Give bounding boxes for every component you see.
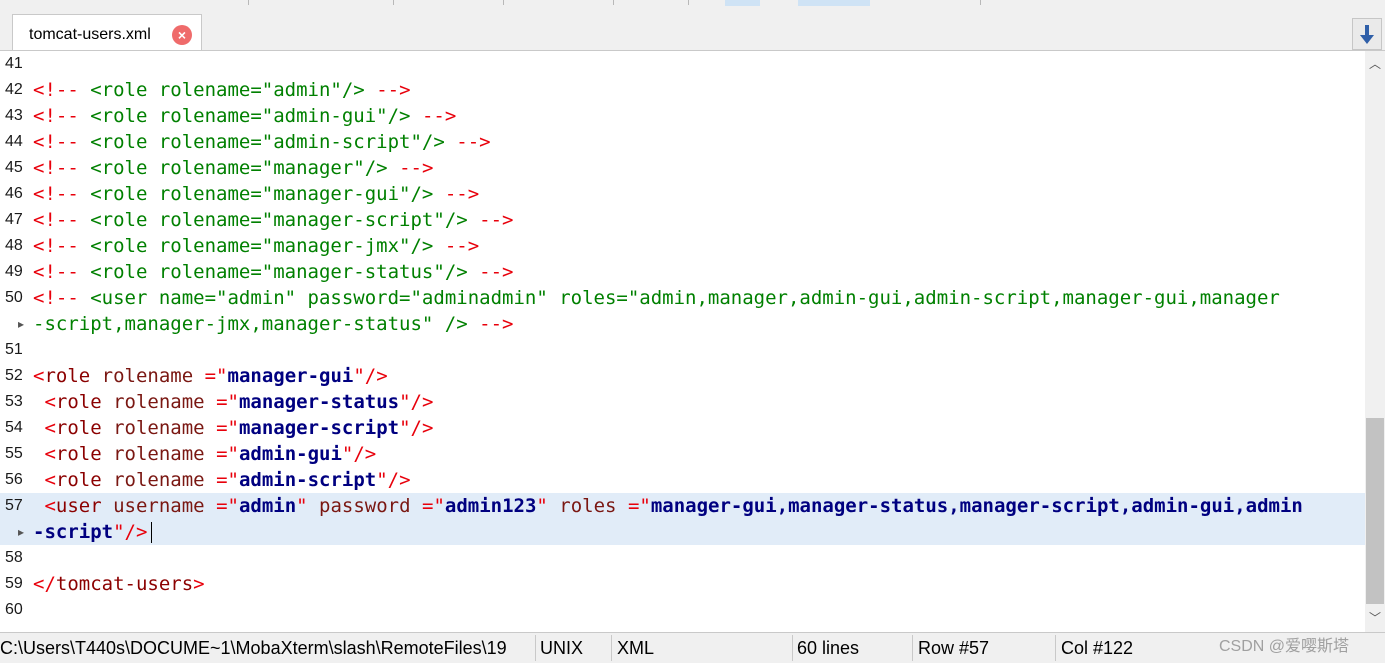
line-number: 48 (5, 237, 23, 254)
line-number: 47 (5, 211, 23, 228)
line-number: 59 (5, 575, 23, 592)
code-line[interactable]: 57 <user username ="admin" password ="ad… (0, 493, 1365, 519)
line-number: 44 (5, 133, 23, 150)
line-number: 55 (5, 445, 23, 462)
line-number: 54 (5, 419, 23, 436)
line-code[interactable]: <role rolename ="manager-status"/> (33, 389, 433, 415)
line-code[interactable]: <role rolename ="admin-script"/> (33, 467, 410, 493)
status-bar: C:\Users\T440s\DOCUME~1\MobaXterm\slash\… (0, 632, 1385, 663)
line-code[interactable]: <role rolename ="manager-gui"/> (33, 363, 388, 389)
line-code[interactable]: <role rolename ="manager-script"/> (33, 415, 433, 441)
close-icon[interactable]: × (172, 25, 192, 45)
line-code[interactable]: <!-- <role rolename="manager"/> --> (33, 155, 433, 181)
line-number: 49 (5, 263, 23, 280)
code-line[interactable]: 45 <!-- <role rolename="manager"/> --> (0, 155, 1365, 181)
code-line[interactable]: 52 <role rolename ="manager-gui"/> (0, 363, 1365, 389)
line-code[interactable]: <user username ="admin" password ="admin… (33, 493, 1302, 519)
code-line[interactable]: 47 <!-- <role rolename="manager-script"/>… (0, 207, 1365, 233)
wrap-arrow-icon: ▸ (18, 525, 25, 539)
line-code[interactable]: </tomcat-users> (33, 571, 205, 597)
code-line[interactable]: 41 (0, 51, 1365, 77)
line-code[interactable]: -script"/> (33, 519, 147, 545)
code-line[interactable]: 51 (0, 337, 1365, 363)
line-number: 50 (5, 289, 23, 306)
code-editor[interactable]: 41 42 <!-- <role rolename="admin"/> --> 43 <… (0, 51, 1365, 632)
tab-title: tomcat-users.xml (29, 26, 151, 43)
line-number: 57 (5, 497, 23, 514)
vertical-scrollbar[interactable]: ︿ ﹀ (1365, 51, 1385, 632)
status-row: Row #57 (918, 638, 990, 658)
code-line[interactable]: 43 <!-- <role rolename="admin-gui"/> --> (0, 103, 1365, 129)
code-line[interactable]: 50 <!-- <user name="admin" password="admi… (0, 285, 1365, 311)
tab-bar: tomcat-users.xml × (0, 6, 1385, 51)
line-code[interactable]: <role rolename ="admin-gui"/> (33, 441, 376, 467)
wrapped-line[interactable]: ▸ -script,manager-jmx,manager-status" /> … (0, 311, 1365, 337)
code-line[interactable]: 60 (0, 597, 1365, 623)
line-code[interactable]: <!-- <role rolename="admin-gui"/> --> (33, 103, 456, 129)
code-line[interactable]: 59 </tomcat-users> (0, 571, 1365, 597)
code-line[interactable]: 48 <!-- <role rolename="manager-jmx"/> --… (0, 233, 1365, 259)
line-number: 58 (5, 549, 23, 566)
scroll-up-icon[interactable]: ︿ (1367, 55, 1383, 72)
line-code[interactable]: <!-- <role rolename="manager-status"/> -… (33, 259, 513, 285)
line-code[interactable]: <!-- <user name="admin" password="admina… (33, 285, 1280, 311)
text-caret (151, 522, 152, 543)
scroll-to-end-button[interactable] (1352, 18, 1382, 50)
line-number: 51 (5, 341, 23, 358)
line-number: 46 (5, 185, 23, 202)
status-path: C:\Users\T440s\DOCUME~1\MobaXterm\slash\… (0, 638, 507, 658)
watermark: CSDN @爱嘤斯塔 (1219, 638, 1350, 655)
tab-tomcat-users[interactable]: tomcat-users.xml × (12, 14, 202, 50)
line-code[interactable]: <!-- <role rolename="manager-jmx"/> --> (33, 233, 479, 259)
code-line[interactable]: 58 (0, 545, 1365, 571)
line-number: 60 (5, 601, 23, 618)
wrap-arrow-icon: ▸ (18, 317, 25, 331)
code-line[interactable]: 44 <!-- <role rolename="admin-script"/> -… (0, 129, 1365, 155)
status-eol: UNIX (540, 638, 584, 658)
code-line[interactable]: 42 <!-- <role rolename="admin"/> --> (0, 77, 1365, 103)
line-code[interactable]: <!-- <role rolename="manager-script"/> -… (33, 207, 513, 233)
line-code[interactable]: <!-- <role rolename="admin-script"/> --> (33, 129, 491, 155)
line-number: 53 (5, 393, 23, 410)
scrollbar-thumb[interactable] (1366, 418, 1384, 604)
line-number: 43 (5, 107, 23, 124)
line-code[interactable]: <!-- <role rolename="manager-gui"/> --> (33, 181, 479, 207)
code-line[interactable]: 56 <role rolename ="admin-script"/> (0, 467, 1365, 493)
code-line[interactable]: 46 <!-- <role rolename="manager-gui"/> --… (0, 181, 1365, 207)
line-number: 52 (5, 367, 23, 384)
code-line[interactable]: 53 <role rolename ="manager-status"/> (0, 389, 1365, 415)
line-number: 42 (5, 81, 23, 98)
scroll-down-icon[interactable]: ﹀ (1367, 609, 1383, 626)
line-number: 56 (5, 471, 23, 488)
status-syntax: XML (617, 638, 655, 658)
code-line[interactable]: 55 <role rolename ="admin-gui"/> (0, 441, 1365, 467)
code-line[interactable]: 49 <!-- <role rolename="manager-status"/>… (0, 259, 1365, 285)
code-line[interactable]: 54 <role rolename ="manager-script"/> (0, 415, 1365, 441)
status-line-count: 60 lines (797, 638, 860, 658)
wrapped-line[interactable]: ▸ -script"/> (0, 519, 1365, 545)
line-number: 41 (5, 55, 23, 72)
arrow-down-icon (1360, 25, 1374, 44)
line-code[interactable]: -script,manager-jmx,manager-status" /> -… (33, 311, 513, 337)
status-col: Col #122 (1061, 638, 1134, 658)
line-code[interactable]: <!-- <role rolename="admin"/> --> (33, 77, 411, 103)
line-number: 45 (5, 159, 23, 176)
